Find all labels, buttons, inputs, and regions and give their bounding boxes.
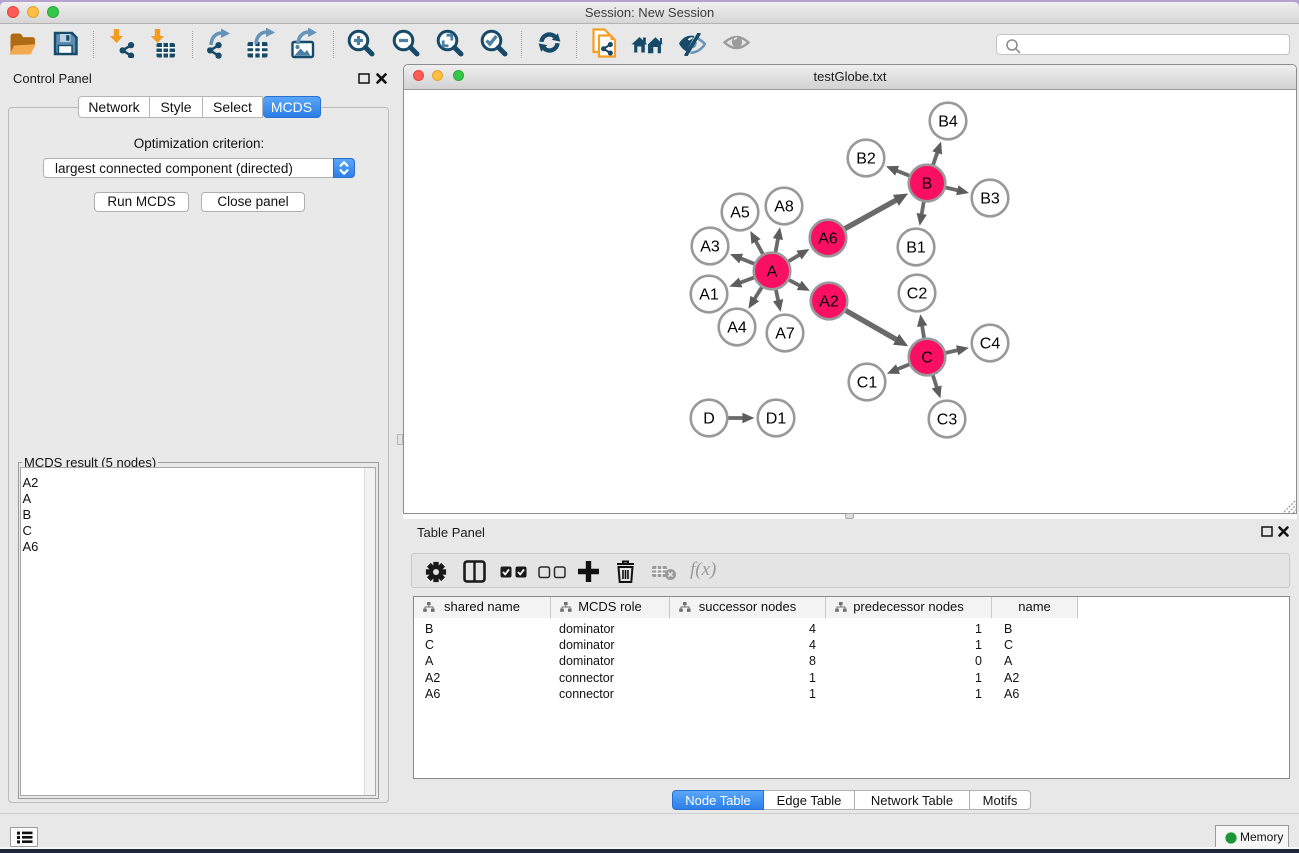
svg-text:A7: A7	[775, 326, 795, 343]
svg-text:A6: A6	[818, 231, 838, 248]
svg-text:A3: A3	[700, 239, 720, 256]
svg-text:A2: A2	[819, 294, 839, 311]
svg-text:C: C	[921, 350, 933, 367]
svg-text:B: B	[922, 176, 933, 193]
svg-text:C3: C3	[937, 412, 958, 429]
svg-text:C2: C2	[907, 286, 928, 303]
svg-text:C4: C4	[980, 336, 1001, 353]
svg-text:C1: C1	[857, 375, 878, 392]
svg-text:A1: A1	[699, 287, 719, 304]
svg-text:A4: A4	[727, 320, 747, 337]
svg-text:D: D	[703, 411, 715, 428]
svg-text:B2: B2	[856, 151, 876, 168]
svg-text:D1: D1	[766, 411, 787, 428]
svg-text:A8: A8	[774, 199, 794, 216]
svg-text:B3: B3	[980, 191, 1000, 208]
svg-text:A5: A5	[730, 205, 750, 222]
svg-text:B1: B1	[906, 240, 926, 257]
svg-text:B4: B4	[938, 114, 958, 131]
svg-text:A: A	[767, 264, 778, 281]
